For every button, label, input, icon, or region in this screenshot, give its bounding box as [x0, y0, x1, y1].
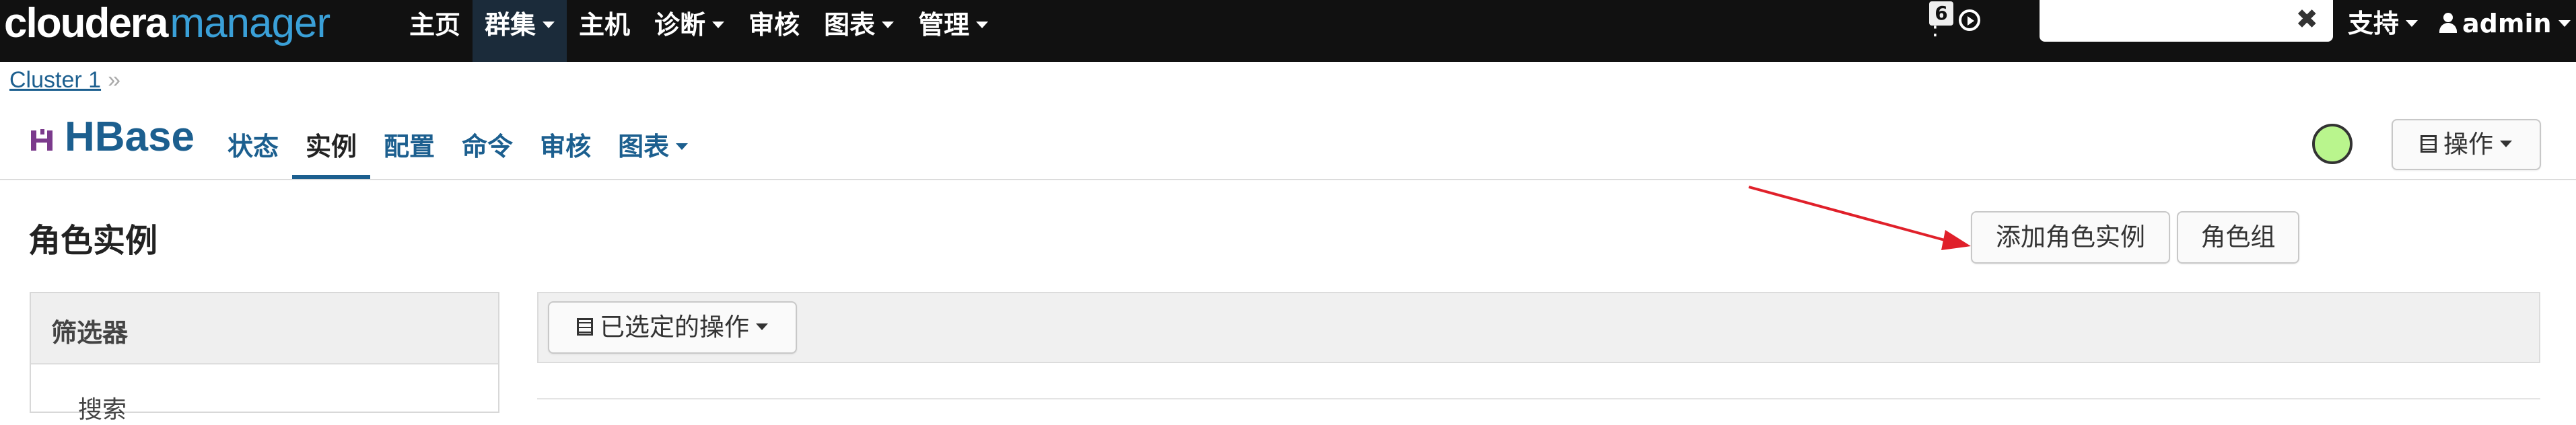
table-toolbar [537, 292, 2540, 363]
chevron-down-icon [976, 21, 989, 28]
nav-item-label: 诊断 [654, 10, 706, 40]
main-menu: 主页 群集 主机 诊断 审核 图表 管理 [397, 0, 1000, 62]
nav-item-administration[interactable]: 管理 [906, 0, 1000, 62]
chevron-down-icon [882, 21, 895, 28]
tab-label: 配置 [384, 132, 436, 161]
actions-label: 操作 [2443, 130, 2493, 159]
tab-status[interactable]: 状态 [214, 120, 292, 179]
nav-item-diagnostics[interactable]: 诊断 [642, 0, 736, 62]
nav-item-home[interactable]: 主页 [397, 0, 473, 62]
table-top-border [537, 398, 2540, 399]
tab-audits[interactable]: 审核 [526, 120, 604, 179]
tab-instances[interactable]: 实例 [292, 120, 371, 179]
clear-search-icon[interactable]: ✖ [2295, 4, 2318, 35]
nav-item-hosts[interactable]: 主机 [567, 0, 642, 62]
filter-header: 筛选器 [31, 293, 498, 364]
chevron-down-icon [712, 21, 725, 28]
role-groups-button[interactable]: 角色组 [2177, 211, 2299, 264]
brand-light: manager [170, 0, 330, 46]
chevron-down-icon [676, 143, 689, 150]
support-label: 支持 [2348, 9, 2400, 38]
tab-label: 图表 [618, 132, 670, 161]
commands-count-badge: 6 [1929, 1, 1953, 26]
filter-title: 筛选器 [51, 318, 129, 348]
list-icon [2421, 134, 2437, 153]
actions-dropdown-button[interactable]: 操作 [2392, 119, 2541, 170]
support-menu[interactable]: 支持 [2348, 0, 2418, 47]
tab-label: 实例 [306, 132, 357, 161]
nav-item-label: 主页 [409, 10, 461, 40]
user-name: admin [2462, 9, 2552, 38]
tab-commands[interactable]: 命令 [448, 120, 526, 179]
add-role-instances-button[interactable]: 添加角色实例 [1971, 211, 2170, 264]
nav-item-clusters[interactable]: 群集 [473, 0, 567, 62]
breadcrumb-separator: » [108, 67, 120, 93]
nav-item-charts[interactable]: 图表 [812, 0, 906, 62]
tab-label: 审核 [540, 132, 592, 161]
breadcrumb-cluster-link[interactable]: Cluster 1 [9, 67, 101, 93]
chevron-down-icon [2406, 20, 2418, 27]
chevron-down-icon [2500, 140, 2512, 147]
filter-panel: 筛选器 搜索 [30, 292, 499, 424]
nav-item-audits[interactable]: 审核 [736, 0, 812, 62]
chevron-down-icon [756, 323, 768, 330]
selected-actions-label: 已选定的操作 [600, 313, 749, 342]
chevron-down-icon [2558, 20, 2571, 27]
hbase-logo-icon [31, 129, 53, 151]
nav-item-label: 审核 [749, 10, 800, 40]
chevron-down-icon [543, 21, 555, 28]
tab-charts[interactable]: 图表 [604, 120, 701, 179]
nav-item-label: 主机 [579, 10, 631, 40]
brand-bold: cloudera [4, 0, 168, 46]
tab-configuration[interactable]: 配置 [370, 120, 448, 179]
nav-item-label: 管理 [918, 10, 970, 40]
service-tabs: 状态 实例 配置 命令 审核 图表 [214, 120, 701, 180]
user-icon [2439, 12, 2457, 33]
selected-actions-dropdown-button[interactable]: 已选定的操作 [548, 301, 797, 354]
filter-search-label: 搜索 [78, 396, 127, 424]
nav-item-label: 群集 [485, 10, 536, 40]
page-title: 角色实例 [28, 222, 158, 260]
tab-label: 状态 [228, 132, 279, 161]
health-status-indicator[interactable] [2312, 124, 2353, 164]
top-navbar: clouderamanager 主页 群集 主机 诊断 审核 图表 管理 ⋮ 6… [0, 0, 2576, 62]
header-divider [0, 179, 2576, 180]
cloudera-manager-logo[interactable]: clouderamanager [4, 0, 330, 47]
tab-label: 命令 [462, 132, 514, 161]
play-circle-icon[interactable] [1959, 9, 1980, 31]
service-name[interactable]: HBase [65, 113, 195, 161]
global-search-input[interactable]: ✖ [2040, 0, 2333, 42]
list-icon [577, 317, 593, 336]
nav-item-label: 图表 [824, 10, 876, 40]
user-menu[interactable]: admin [2439, 0, 2571, 47]
breadcrumb: Cluster 1 » [9, 67, 120, 93]
